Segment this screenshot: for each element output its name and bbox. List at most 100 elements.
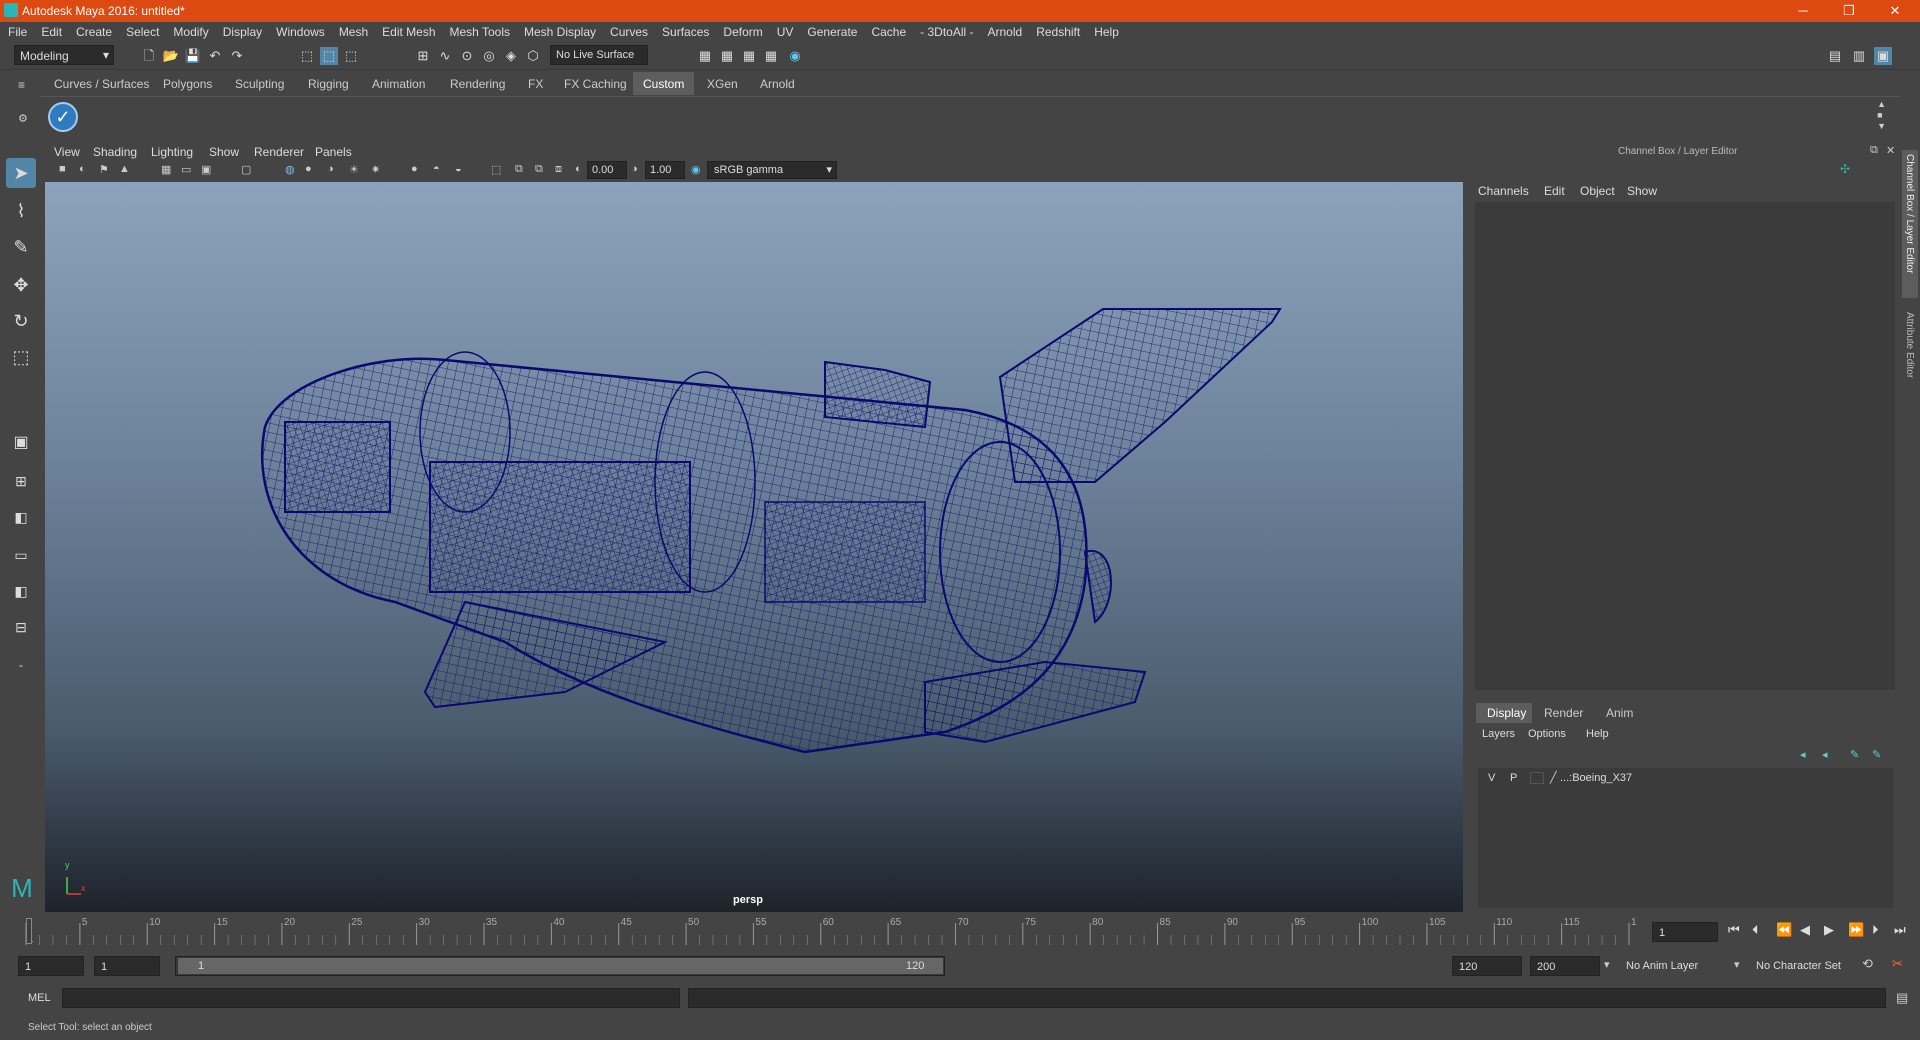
shelf-tab-animation[interactable]: Animation xyxy=(362,72,435,95)
persp-hypershade-layout-icon[interactable]: ⊟ xyxy=(6,612,36,642)
close-button[interactable]: ✕ xyxy=(1872,0,1918,22)
layout-more-icon[interactable]: - xyxy=(6,650,36,680)
viewport-menu-view[interactable]: View xyxy=(54,145,80,159)
layer-tab-display[interactable]: Display xyxy=(1476,703,1532,723)
ambient-occlusion-icon[interactable]: ● xyxy=(411,163,418,175)
step-back-frame-icon[interactable]: ⏪ xyxy=(1776,922,1792,938)
current-frame-field[interactable]: 1 xyxy=(1652,922,1718,942)
safe-action-icon[interactable]: ▢ xyxy=(241,163,251,176)
shelf-tab-custom[interactable]: Custom xyxy=(633,72,695,95)
move-layer-up-icon[interactable]: ◂ xyxy=(1800,748,1806,761)
menu-edit[interactable]: Edit xyxy=(33,22,68,39)
select-component-icon[interactable]: ⬚ xyxy=(342,47,360,65)
maximize-button[interactable]: ❐ xyxy=(1826,0,1872,22)
layer-visibility-toggle[interactable]: V xyxy=(1488,772,1495,784)
layer-row[interactable]: V P ╱ ...:Boeing_X37 xyxy=(1482,770,1890,788)
perspective-viewport[interactable]: y x persp xyxy=(45,182,1463,912)
textured-icon[interactable]: ◑ xyxy=(327,163,334,175)
side-tab-attribute-editor[interactable]: Attribute Editor xyxy=(1902,308,1918,398)
menu-arnold[interactable]: Arnold xyxy=(980,22,1029,39)
menu-surfaces[interactable]: Surfaces xyxy=(654,22,715,39)
resolution-gate-icon[interactable]: ▣ xyxy=(201,163,211,176)
checkmark-shelf-icon[interactable]: ✓ xyxy=(48,102,78,132)
snap-point-icon[interactable]: ⊙ xyxy=(458,47,476,65)
gamma-field[interactable]: 1.00 xyxy=(645,161,685,179)
play-forward-icon[interactable]: ▶ xyxy=(1824,922,1834,938)
channel-box-toggle-icon[interactable]: ▣ xyxy=(1874,47,1892,65)
step-forward-key-icon[interactable]: ⏵ xyxy=(1872,922,1879,938)
shelf-tab-polygons[interactable]: Polygons xyxy=(153,72,222,95)
step-forward-frame-icon[interactable]: ⏩ xyxy=(1848,922,1864,938)
menu-3dtoall[interactable]: - 3DtoAll - xyxy=(912,22,979,39)
menu-help[interactable]: Help xyxy=(1086,22,1125,39)
workspace-icon[interactable]: ▤ xyxy=(1826,47,1844,65)
xray-components-icon[interactable]: ⧈ xyxy=(555,163,562,176)
paint-select-tool-icon[interactable]: ✎ xyxy=(6,232,36,262)
shelf-tab-fx-caching[interactable]: FX Caching xyxy=(554,72,637,95)
menu-mesh[interactable]: Mesh xyxy=(331,22,374,39)
rotate-tool-icon[interactable]: ↻ xyxy=(6,306,36,336)
menu-redshift[interactable]: Redshift xyxy=(1028,22,1086,39)
smooth-shade-icon[interactable]: ● xyxy=(305,163,312,175)
step-back-key-icon[interactable]: ⏴ xyxy=(1752,922,1759,938)
cb-menu-object[interactable]: Object xyxy=(1580,184,1615,198)
select-object-icon[interactable]: ⬚ xyxy=(320,47,338,65)
viewport-menu-shading[interactable]: Shading xyxy=(93,145,137,159)
xray-icon[interactable]: ⧉ xyxy=(515,163,523,176)
grid-icon[interactable]: ▦ xyxy=(161,163,171,176)
go-to-start-icon[interactable]: ⏮ xyxy=(1728,922,1740,938)
camera-icon[interactable]: ■ xyxy=(59,163,66,175)
new-layer-icon[interactable]: ✎ xyxy=(1872,748,1881,761)
menu-mesh-tools[interactable]: Mesh Tools xyxy=(442,22,516,39)
snap-curve-icon[interactable]: ∿ xyxy=(436,47,454,65)
cb-menu-show[interactable]: Show xyxy=(1627,184,1657,198)
hypershade-icon[interactable]: ◉ xyxy=(786,47,804,65)
four-view-layout-icon[interactable]: ⊞ xyxy=(6,466,36,496)
layer-name[interactable]: ...:Boeing_X37 xyxy=(1560,772,1632,784)
viewport-menu-lighting[interactable]: Lighting xyxy=(151,145,193,159)
shelf-settings-icon[interactable]: ⚙ xyxy=(18,112,28,125)
layers-menu-options[interactable]: Options xyxy=(1528,728,1566,740)
range-slider[interactable]: 1 120 xyxy=(175,956,945,976)
save-scene-icon[interactable]: 💾 xyxy=(184,47,202,65)
undo-icon[interactable]: ↶ xyxy=(206,47,224,65)
shelf-tab-arnold[interactable]: Arnold xyxy=(750,72,805,95)
isolate-select-icon[interactable]: ⬚ xyxy=(491,163,501,176)
current-time-marker[interactable] xyxy=(26,918,32,944)
layer-playback-toggle[interactable]: P xyxy=(1510,772,1517,784)
minimize-button[interactable]: ─ xyxy=(1780,0,1826,22)
shelf-menu-icon[interactable]: ≡ xyxy=(18,78,30,92)
cb-menu-edit[interactable]: Edit xyxy=(1544,184,1565,198)
single-view-layout-icon[interactable]: ▣ xyxy=(6,428,36,458)
menu-create[interactable]: Create xyxy=(68,22,118,39)
range-slider-handle[interactable] xyxy=(178,958,943,974)
camera-attributes-icon[interactable]: ◐ xyxy=(79,163,86,175)
persp-outliner-layout-icon[interactable]: ◧ xyxy=(6,576,36,606)
menuset-dropdown[interactable]: Modeling ▾ xyxy=(14,45,114,65)
open-scene-icon[interactable]: 📂 xyxy=(162,47,180,65)
menu-edit-mesh[interactable]: Edit Mesh xyxy=(374,22,441,39)
bookmark-icon[interactable]: ⚑ xyxy=(99,163,109,176)
chevron-down-icon[interactable]: ▾ xyxy=(1604,958,1610,971)
color-management-icon[interactable]: ◉ xyxy=(691,163,701,176)
animation-end-field[interactable]: 200 xyxy=(1530,956,1600,976)
play-backward-icon[interactable]: ◀ xyxy=(1800,922,1810,938)
snap-surface-icon[interactable]: ◈ xyxy=(502,47,520,65)
outliner-toggle-icon[interactable]: ▥ xyxy=(1850,47,1868,65)
shelf-tab-rigging[interactable]: Rigging xyxy=(298,72,359,95)
menu-deform[interactable]: Deform xyxy=(715,22,768,39)
menu-generate[interactable]: Generate xyxy=(799,22,863,39)
snap-grid-icon[interactable]: ⊞ xyxy=(414,47,432,65)
menu-cache[interactable]: Cache xyxy=(863,22,912,39)
layer-tab-anim[interactable]: Anim xyxy=(1606,706,1633,720)
go-to-end-icon[interactable]: ⏭ xyxy=(1894,922,1906,938)
shelf-tab-xgen[interactable]: XGen xyxy=(697,72,748,95)
render-settings-icon[interactable]: ▦ xyxy=(762,47,780,65)
menu-modify[interactable]: Modify xyxy=(165,22,214,39)
menu-display[interactable]: Display xyxy=(215,22,268,39)
select-tool-icon[interactable]: ➤ xyxy=(6,158,36,188)
mel-label[interactable]: MEL xyxy=(28,992,51,1004)
new-layer-selected-icon[interactable]: ✎ xyxy=(1850,748,1859,761)
make-live-icon[interactable]: ⬡ xyxy=(524,47,542,65)
image-plane-icon[interactable]: ▲ xyxy=(119,163,130,175)
